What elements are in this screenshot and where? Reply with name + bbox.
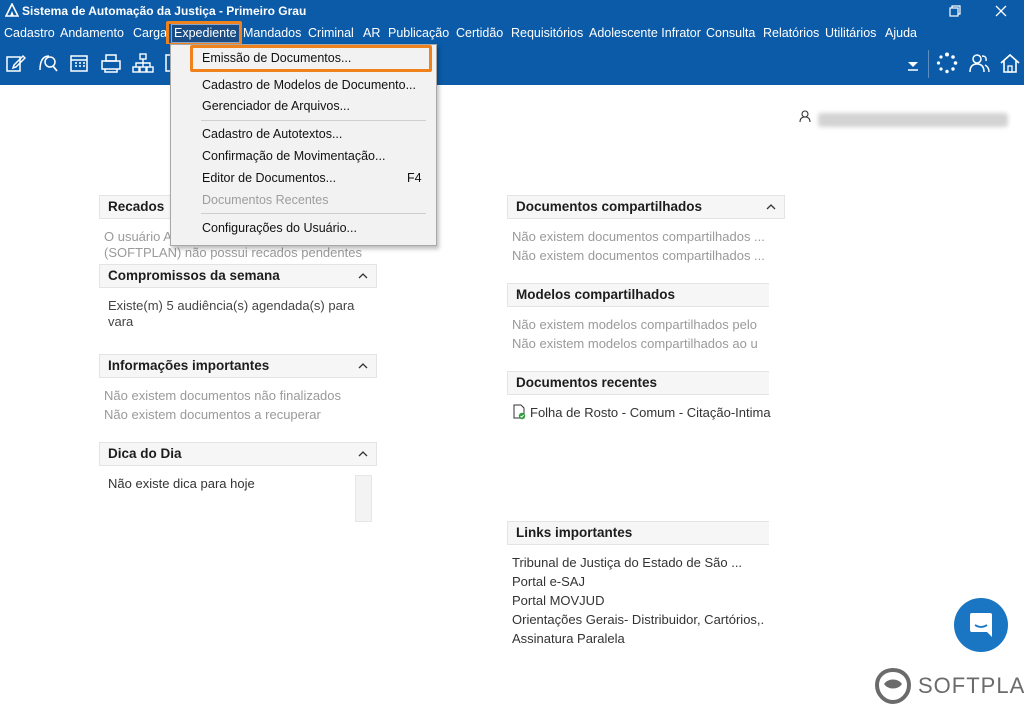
menuitem-cadastro-autotextos[interactable]: Cadastro de Autotextos... <box>202 127 342 141</box>
menuitem-cadastro-modelos[interactable]: Cadastro de Modelos de Documento... <box>202 78 416 92</box>
chevron-up-icon[interactable] <box>766 202 776 212</box>
toolbar-separator <box>928 50 929 78</box>
chevron-up-icon[interactable] <box>358 361 368 371</box>
menu-requisitorios[interactable]: Requisitórios <box>511 25 583 42</box>
window-title: Sistema de Automação da Justiça - Primei… <box>22 4 307 18</box>
expediente-highlight <box>166 21 242 46</box>
panel-recentes-title: Documentos recentes <box>516 375 658 390</box>
restore-button[interactable] <box>932 0 978 22</box>
menu-bar: Cadastro Andamento Carga Expediente Mand… <box>0 22 1024 44</box>
panel-modelos-header[interactable]: Modelos compartilhados <box>507 283 769 307</box>
panel-dica-title: Dica do Dia <box>108 446 182 461</box>
menu-publicacao[interactable]: Publicação <box>388 25 449 42</box>
panel-recentes-header[interactable]: Documentos recentes <box>507 371 769 395</box>
dica-scrollbar[interactable] <box>355 475 372 522</box>
menu-separator <box>201 120 426 121</box>
menu-mandados[interactable]: Mandados <box>243 25 301 42</box>
panel-dica-header[interactable]: Dica do Dia <box>99 442 377 466</box>
recados-line1: O usuário A <box>104 229 172 244</box>
document-check-icon <box>513 404 526 420</box>
panel-links-title: Links importantes <box>516 525 633 540</box>
user-name-redacted <box>818 113 1008 127</box>
menu-separator <box>201 213 426 214</box>
menu-criminal[interactable]: Criminal <box>308 25 354 42</box>
link-assinatura[interactable]: Assinatura Paralela <box>512 631 625 646</box>
link-tjsp[interactable]: Tribunal de Justiça do Estado de São ... <box>512 555 742 570</box>
menu-carga[interactable]: Carga <box>133 25 167 42</box>
users-icon[interactable] <box>968 52 990 74</box>
brand-name: SOFTPLAN <box>918 673 1024 698</box>
compromissos-line1: Existe(m) 5 audiência(s) agendada(s) par… <box>108 298 355 313</box>
menu-adolescente-infrator[interactable]: Adolescente Infrator <box>589 25 701 42</box>
panel-informacoes-title: Informações importantes <box>108 358 270 373</box>
home-icon[interactable] <box>999 52 1021 74</box>
menu-utilitarios[interactable]: Utilitários <box>825 25 876 42</box>
hierarchy-icon[interactable] <box>132 52 154 74</box>
edit-icon[interactable] <box>4 52 26 74</box>
user-icon <box>799 110 811 122</box>
menuitem-documentos-recentes: Documentos Recentes <box>202 193 329 207</box>
panel-modelos-title: Modelos compartilhados <box>516 287 676 302</box>
loading-spinner-icon[interactable] <box>936 52 958 74</box>
editor-shortcut: F4 <box>407 171 422 185</box>
calendar-icon[interactable] <box>68 52 90 74</box>
menu-ar[interactable]: AR <box>363 25 380 42</box>
close-icon <box>995 5 1007 17</box>
menu-andamento[interactable]: Andamento <box>60 25 124 42</box>
emissao-highlight <box>190 45 432 72</box>
title-bar: Sistema de Automação da Justiça - Primei… <box>0 0 1024 22</box>
menuitem-configuracoes-usuario[interactable]: Configurações do Usuário... <box>202 221 357 235</box>
close-button[interactable] <box>978 0 1024 22</box>
doc-compartilhados-line2[interactable]: Não existem documentos compartilhados ..… <box>512 248 765 263</box>
dica-line1: Não existe dica para hoje <box>108 476 255 491</box>
menuitem-editor-documentos[interactable]: Editor de Documentos... <box>202 171 336 185</box>
informacoes-line2[interactable]: Não existem documentos a recuperar <box>104 407 321 422</box>
menu-cadastro[interactable]: Cadastro <box>4 25 55 42</box>
menu-relatorios[interactable]: Relatórios <box>763 25 819 42</box>
panel-recados-title: Recados <box>108 199 165 214</box>
menu-ajuda[interactable]: Ajuda <box>885 25 917 42</box>
softplan-logo: SOFTPLAN <box>874 667 1024 709</box>
informacoes-line1[interactable]: Não existem documentos não finalizados <box>104 388 341 403</box>
printer-icon[interactable] <box>100 52 122 74</box>
doc-compartilhados-line1[interactable]: Não existem documentos compartilhados ..… <box>512 229 765 244</box>
expediente-dropdown: Emissão de Documentos... Cadastro de Mod… <box>170 44 437 246</box>
link-orientacoes[interactable]: Orientações Gerais- Distribuidor, Cartór… <box>512 612 764 627</box>
link-portal-movjud[interactable]: Portal MOVJUD <box>512 593 604 608</box>
menuitem-gerenciador-arquivos[interactable]: Gerenciador de Arquivos... <box>202 99 350 113</box>
panel-compromissos-title: Compromissos da semana <box>108 268 280 283</box>
restore-icon <box>949 5 961 17</box>
panel-links-header[interactable]: Links importantes <box>507 521 769 545</box>
panel-compromissos-header[interactable]: Compromissos da semana <box>99 264 377 288</box>
app-logo-icon <box>5 3 19 17</box>
link-portal-esaj[interactable]: Portal e-SAJ <box>512 574 585 589</box>
chevron-up-icon[interactable] <box>358 271 368 281</box>
toolbar <box>0 44 1024 85</box>
search-icon[interactable] <box>37 52 59 74</box>
panel-doc-compartilhados-title: Documentos compartilhados <box>516 199 703 214</box>
panel-doc-compartilhados-header[interactable]: Documentos compartilhados <box>507 195 785 219</box>
chevron-up-icon[interactable] <box>358 449 368 459</box>
recentes-item1[interactable]: Folha de Rosto - Comum - Citação-Intima <box>530 405 771 420</box>
chat-icon <box>970 613 992 637</box>
panel-informacoes-header[interactable]: Informações importantes <box>99 354 377 378</box>
recados-line2: (SOFTPLAN) não possui recados pendentes <box>104 245 362 260</box>
softplan-logo-icon <box>874 667 912 705</box>
modelos-line2[interactable]: Não existem modelos compartilhados ao u <box>512 336 758 351</box>
modelos-line1[interactable]: Não existem modelos compartilhados pelo <box>512 317 757 332</box>
menu-certidao[interactable]: Certidão <box>456 25 503 42</box>
menuitem-confirmacao-movimentacao[interactable]: Confirmação de Movimentação... <box>202 149 385 163</box>
dropdown-arrow-icon[interactable] <box>903 54 923 74</box>
compromissos-line2: vara <box>108 314 134 329</box>
chat-button[interactable] <box>954 598 1008 652</box>
menu-consulta[interactable]: Consulta <box>706 25 755 42</box>
